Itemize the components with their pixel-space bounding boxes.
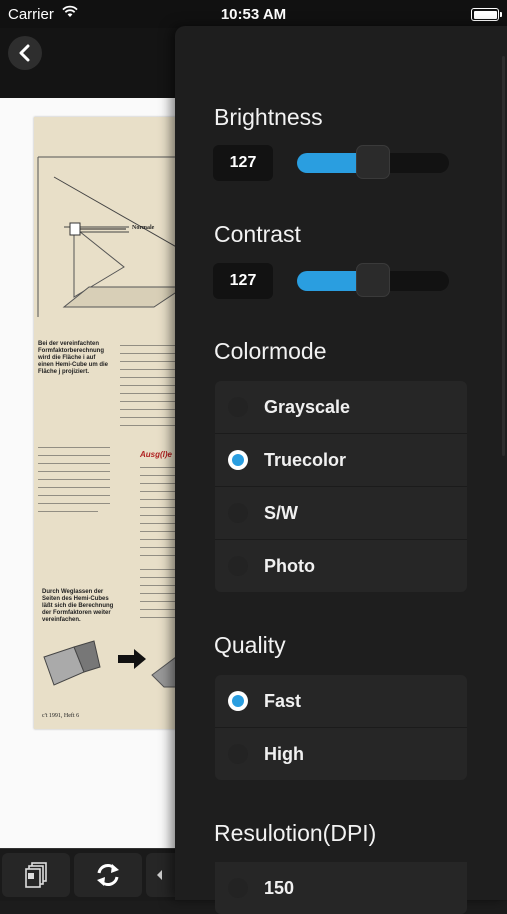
quality-option[interactable]: Fast [215,675,467,728]
scan-cube-diagram [43,640,194,688]
brightness-title: Brightness [214,104,323,130]
rotate-button[interactable] [74,853,142,897]
status-bar: Carrier 10:53 AM [0,0,507,28]
colormode-option-label: Grayscale [264,396,351,417]
colormode-option-label: Truecolor [264,449,347,470]
radio-icon[interactable] [228,397,248,417]
clock: 10:53 AM [220,6,287,23]
radio-icon[interactable] [228,744,248,764]
colormode-option-label: S/W [264,502,298,523]
colormode-option[interactable]: Photo [215,540,467,592]
resolution-option-label: 150 [264,877,295,898]
contrast-slider[interactable] [297,263,449,299]
settings-panel: Brightness 127 Contrast 127 Colormode Gr… [175,26,507,914]
chevron-left-icon [157,870,162,880]
colormode-option-label: Photo [264,555,315,576]
colormode-option[interactable]: S/W [215,487,467,540]
contrast-slider-thumb[interactable] [356,263,390,297]
contrast-value: 127 [213,263,273,299]
back-button[interactable] [8,36,42,70]
colormode-option[interactable]: Grayscale [215,381,467,434]
scroll-indicator[interactable] [502,56,505,456]
brightness-slider[interactable] [297,145,449,181]
colormode-options: Grayscale Truecolor S/W Photo [215,381,467,592]
pages-button[interactable] [2,853,70,897]
scan-caption-1: Bei der vereinfachten Formfaktorberechnu… [38,341,109,375]
scanned-page[interactable]: Normale Bei der vereinfachten Formfaktor… [34,117,194,729]
rotate-icon [97,864,119,886]
scan-heading: Ausg(l)e [140,450,172,459]
quality-title: Quality [214,632,286,658]
scan-caption-2: Durch Weglassen der Seiten des Hemi-Cube… [42,589,114,623]
battery-icon [471,8,502,21]
colormode-title: Colormode [214,338,327,364]
brightness-value: 127 [213,145,273,181]
scan-label-normale: Normale [132,225,155,231]
quality-option-label: Fast [264,690,302,711]
radio-icon[interactable] [228,503,248,523]
radio-icon[interactable] [228,878,248,898]
radio-icon[interactable] [228,556,248,576]
quality-option-label: High [264,743,304,764]
resolution-options: 150 [215,862,467,914]
chevron-left-icon [19,44,30,62]
radio-icon[interactable] [228,691,248,711]
scan-footer: c't 1991, Heft 6 [42,713,80,719]
radio-icon[interactable] [228,450,248,470]
quality-option[interactable]: High [215,728,467,780]
resolution-option[interactable]: 150 [215,862,467,914]
brightness-slider-thumb[interactable] [356,145,390,179]
resolution-title: Resulotion(DPI) [214,820,377,846]
pages-icon [25,862,47,888]
scan-diagram [37,156,194,317]
quality-options: Fast High [215,675,467,780]
contrast-title: Contrast [214,221,301,247]
colormode-option[interactable]: Truecolor [215,434,467,487]
